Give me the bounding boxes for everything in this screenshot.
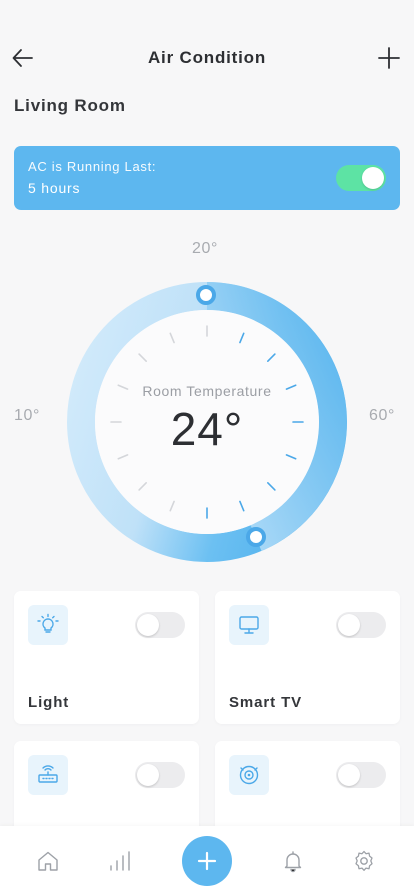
stats-icon[interactable] xyxy=(107,849,131,873)
toggle-knob xyxy=(137,764,159,786)
ac-running-duration: 5 hours xyxy=(28,180,81,196)
router-icon xyxy=(38,765,58,783)
monitor-icon xyxy=(239,616,259,634)
room-name: Living Room xyxy=(14,96,126,115)
temperature-dial[interactable] xyxy=(0,230,414,570)
device-card-smart-tv[interactable]: Smart TV xyxy=(215,591,400,724)
robot-vacuum-icon-box xyxy=(229,755,269,795)
toggle-knob xyxy=(338,764,360,786)
dial-handle-top xyxy=(196,285,216,305)
ac-status-label: AC is Running Last: xyxy=(28,159,157,174)
page-title: Air Condition xyxy=(147,48,267,67)
toggle-knob xyxy=(362,167,384,189)
plus-icon[interactable] xyxy=(376,45,402,71)
add-device-button[interactable] xyxy=(182,836,232,886)
router-icon-box xyxy=(28,755,68,795)
device-name: Light xyxy=(28,694,70,711)
router-toggle[interactable] xyxy=(135,762,185,788)
smart-tv-toggle[interactable] xyxy=(336,612,386,638)
dial-handle-bottom xyxy=(246,527,266,547)
room-temperature-label: Room Temperature xyxy=(142,383,272,399)
robot-vacuum-icon xyxy=(239,765,259,785)
bottom-tab-bar xyxy=(0,826,414,896)
toggle-knob xyxy=(338,614,360,636)
monitor-icon-box xyxy=(229,605,269,645)
bulb-icon xyxy=(37,613,59,633)
ac-status-banner: AC is Running Last: 5 hours xyxy=(14,146,400,210)
bell-icon[interactable] xyxy=(281,849,305,873)
header: Air Condition xyxy=(0,40,414,76)
settings-icon[interactable] xyxy=(352,849,376,873)
device-name: Smart TV xyxy=(229,694,303,711)
room-temperature-value: 24° xyxy=(170,403,244,455)
home-icon[interactable] xyxy=(36,849,60,873)
device-card-light[interactable]: Light xyxy=(14,591,199,724)
light-toggle[interactable] xyxy=(135,612,185,638)
add-icon xyxy=(197,851,217,871)
toggle-knob xyxy=(137,614,159,636)
bulb-icon-box xyxy=(28,605,68,645)
robot-vacuum-toggle[interactable] xyxy=(336,762,386,788)
ac-power-toggle[interactable] xyxy=(336,165,386,191)
